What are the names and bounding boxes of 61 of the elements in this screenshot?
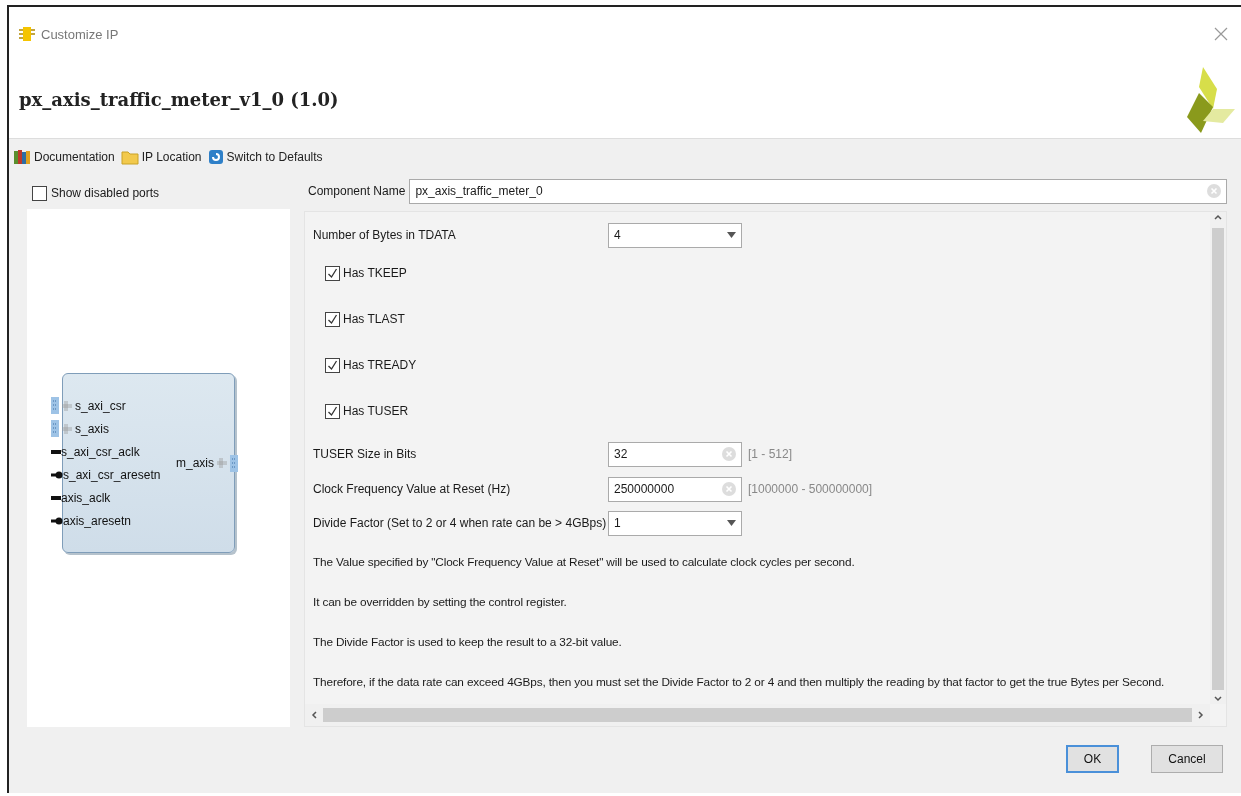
range-hint: [1000000 - 500000000] — [748, 482, 873, 496]
text-field[interactable]: 32 — [608, 441, 742, 467]
scroll-right-icon[interactable] — [1196, 710, 1206, 720]
bus-pin-icon — [51, 397, 59, 414]
refresh-icon — [207, 149, 224, 165]
dropdown[interactable]: 1 — [608, 510, 742, 536]
toolbar-button[interactable]: IP Location — [120, 149, 202, 165]
port-name: s_axi_csr — [75, 398, 126, 413]
field-label: Number of Bytes in TDATA — [313, 228, 456, 242]
chip-icon — [19, 25, 35, 43]
bus-plus-icon — [62, 400, 72, 411]
bus-plus-icon — [62, 423, 72, 434]
checkbox-label: Has TREADY — [343, 358, 417, 372]
port-name: s_axi_csr_aclk — [61, 444, 140, 459]
component-name-field[interactable]: px_axis_traffic_meter_0 — [409, 178, 1227, 204]
range-hint: [1 - 512] — [748, 447, 793, 461]
reset-pin-icon — [51, 470, 63, 479]
description-text: It can be overridden by setting the control register. — [313, 594, 568, 611]
text-field[interactable]: 250000000 — [608, 476, 742, 502]
toolbar-button[interactable]: Switch to Defaults — [207, 149, 323, 165]
checkbox-label: Has TKEEP — [343, 266, 407, 280]
folder-icon — [120, 149, 139, 165]
logo-icon — [1185, 66, 1235, 133]
checkbox-label: Has TUSER — [343, 404, 409, 418]
checkbox[interactable] — [325, 311, 340, 327]
description-text: The Value specified by "Clock Frequency Value at Reset" will be used to calculate clock cycles per second. — [313, 554, 856, 571]
toolbar-button[interactable]: Documentation — [13, 149, 115, 165]
vertical-scrollbar[interactable] — [1210, 212, 1226, 704]
scroll-down-icon[interactable] — [1213, 694, 1223, 704]
description-text: The Divide Factor is used to keep the result to a 32-bit value. — [313, 634, 623, 651]
checkbox[interactable] — [325, 357, 340, 373]
port-name: axis_aresetn — [63, 513, 132, 528]
checkbox[interactable] — [32, 185, 47, 201]
description-text: Therefore, if the data rate can exceed 4GBps, then you must set the Divide Factor to 2 or 4 and then multiply the reading by that factor to get the true Bytes per Second. — [313, 674, 1166, 691]
bus-pin-icon — [230, 454, 238, 472]
dropdown-arrow-icon — [727, 232, 736, 238]
checkbox-label: Show disabled ports — [51, 186, 160, 200]
port-name: s_axi_csr_aresetn — [63, 467, 161, 482]
dropdown-arrow-icon — [727, 520, 736, 526]
scroll-up-icon[interactable] — [1213, 212, 1223, 222]
field-label: TUSER Size in Bits — [313, 447, 417, 461]
dropdown[interactable]: 4 — [608, 222, 742, 248]
field-label: Clock Frequency Value at Reset (Hz) — [313, 482, 511, 496]
close-button[interactable] — [1213, 26, 1229, 42]
bus-plus-icon — [217, 458, 227, 468]
books-icon — [13, 149, 31, 165]
dialog-button[interactable]: Cancel — [1151, 745, 1223, 773]
field-label: Divide Factor (Set to 2 or 4 when rate can be > 4GBps) — [313, 516, 607, 530]
ip-title: px_axis_traffic_meter_v1_0 (1.0) — [19, 89, 339, 110]
reset-pin-icon — [51, 516, 63, 525]
port-name: axis_aclk — [61, 490, 111, 505]
port-name: s_axis — [75, 421, 109, 436]
checkbox[interactable] — [325, 265, 340, 281]
checkbox[interactable] — [325, 403, 340, 419]
window-title: Customize IP — [41, 26, 120, 42]
checkbox-label: Has TLAST — [343, 312, 405, 326]
scroll-left-icon[interactable] — [309, 710, 319, 720]
port-name: m_axis — [176, 456, 214, 470]
dialog-button[interactable]: OK — [1066, 745, 1119, 773]
bus-pin-icon — [51, 420, 59, 437]
field-label: Component Name — [308, 184, 406, 198]
